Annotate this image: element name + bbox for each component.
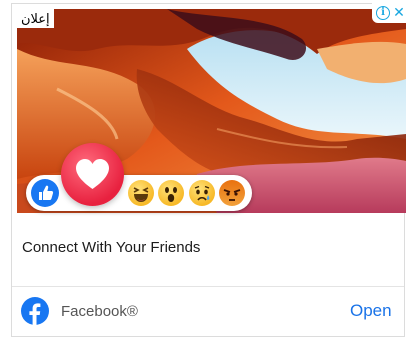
ad-headline[interactable]: Connect With Your Friends bbox=[22, 239, 200, 256]
facebook-logo-icon bbox=[21, 297, 49, 325]
sponsored-label: إعلان bbox=[17, 9, 54, 28]
divider bbox=[12, 286, 404, 287]
reaction-bar bbox=[26, 175, 252, 211]
close-icon[interactable]: ✕ bbox=[393, 4, 405, 20]
adchoices-badge[interactable]: i ✕ bbox=[372, 3, 406, 23]
open-button[interactable]: Open bbox=[350, 301, 392, 321]
like-icon bbox=[31, 179, 59, 207]
angry-icon bbox=[219, 180, 245, 206]
sad-icon bbox=[189, 180, 215, 206]
haha-icon bbox=[128, 180, 154, 206]
advertiser-name: Facebook® bbox=[61, 303, 138, 320]
wow-icon bbox=[158, 180, 184, 206]
info-icon[interactable]: i bbox=[376, 6, 390, 20]
love-icon bbox=[61, 143, 124, 206]
